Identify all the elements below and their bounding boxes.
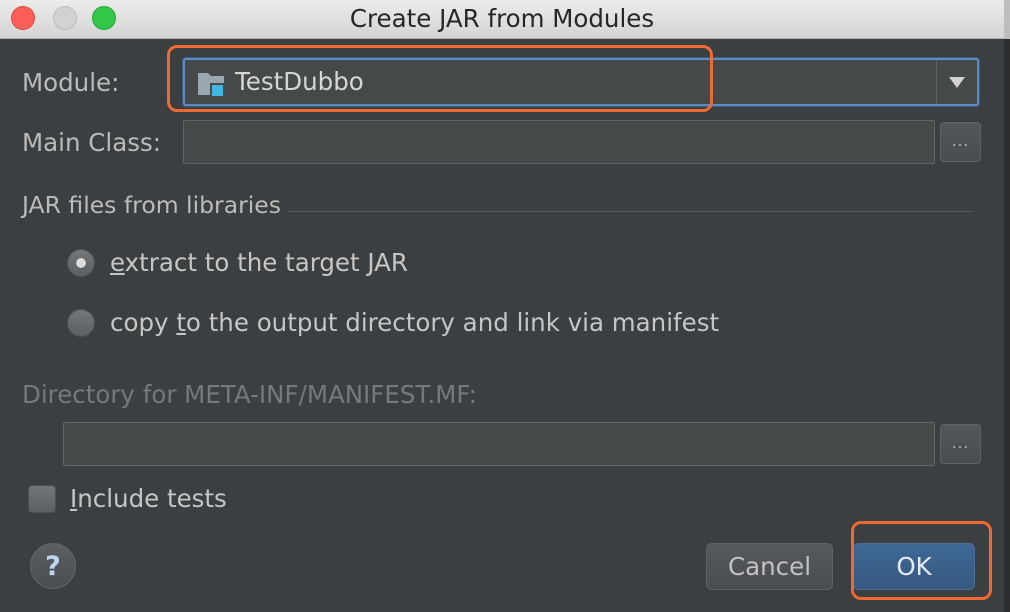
include-tests-checkbox[interactable] <box>28 485 56 513</box>
help-button[interactable]: ? <box>30 543 76 589</box>
create-jar-dialog: Create JAR from Modules Module: TestDubb… <box>0 0 1004 612</box>
module-select[interactable]: TestDubbo <box>183 58 979 106</box>
main-class-browse-button[interactable]: ... <box>940 122 981 162</box>
module-folder-icon <box>197 70 225 98</box>
module-label: Module: <box>22 68 120 97</box>
libraries-section-title: JAR files from libraries <box>22 191 281 219</box>
cancel-button[interactable]: Cancel <box>706 543 833 590</box>
window-edge <box>1004 0 1010 612</box>
manifest-directory-input[interactable] <box>63 422 935 466</box>
module-select-value: TestDubbo <box>235 67 364 96</box>
dialog-title: Create JAR from Modules <box>349 4 655 33</box>
extract-radio-button[interactable] <box>67 249 95 277</box>
copy-manifest-radio-button[interactable] <box>67 309 95 337</box>
title-bar: Create JAR from Modules <box>0 0 1004 39</box>
copy-manifest-radio-label[interactable]: copy to the output directory and link vi… <box>110 308 719 338</box>
main-class-label: Main Class: <box>22 128 161 157</box>
include-tests-label[interactable]: Include tests <box>70 484 227 514</box>
section-divider <box>288 211 972 212</box>
main-class-input[interactable] <box>183 120 935 164</box>
ok-button[interactable]: OK <box>853 543 975 590</box>
manifest-directory-label: Directory for META-INF/MANIFEST.MF: <box>22 380 477 409</box>
module-dropdown-button[interactable] <box>936 60 977 104</box>
extract-radio-label[interactable]: extract to the target JAR <box>110 248 408 278</box>
screen: Create JAR from Modules Module: TestDubb… <box>0 0 1010 612</box>
dropdown-arrow-icon <box>949 76 965 88</box>
radio-selected-dot <box>76 258 86 268</box>
manifest-directory-browse-button[interactable]: ... <box>940 424 981 464</box>
